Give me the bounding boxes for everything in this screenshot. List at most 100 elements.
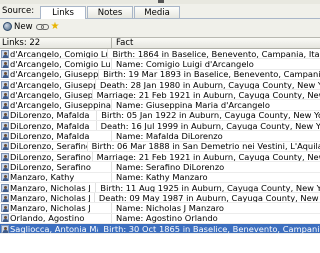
person-cell: Manzaro, Nicholas J (0, 182, 97, 193)
person-icon (1, 193, 9, 202)
person-cell: d'Arcangelo, Comigio Luigi (0, 59, 112, 69)
fact-cell: Name: Mafalda DiLorenzo (116, 131, 223, 142)
table-row[interactable]: d'Arcangelo, Giuseppina... Death: 28 Jan … (0, 79, 320, 91)
person-cell: Manzaro, Nicholas J (0, 203, 112, 213)
link-button[interactable] (35, 23, 49, 30)
fact-cell: Marriage: 21 Feb 1921 in Auburn, Cayuga … (96, 90, 320, 100)
person-name: DiLorenzo, Serafino (10, 141, 88, 151)
person-cell: Manzaro, Nicholas J (0, 193, 95, 203)
star-icon: ★ (50, 20, 60, 32)
person-cell: d'Arcangelo, Giuseppina... (0, 90, 93, 100)
links-grid: Links: 22 Fact d'Arcangelo, Comigio Luig… (0, 37, 320, 253)
new-icon (3, 22, 12, 31)
tab-notes[interactable]: Notes (87, 6, 134, 18)
new-button[interactable]: New (3, 22, 33, 32)
person-name: Manzaro, Kathy (10, 172, 75, 182)
person-icon (1, 142, 9, 151)
person-icon (1, 224, 9, 233)
fact-cell: Birth: 19 Mar 1893 in Baselice, Benevent… (103, 69, 320, 80)
person-icon (1, 132, 9, 141)
table-row[interactable]: Manzaro, Nicholas J Name: Nicholas J Manz… (0, 203, 320, 214)
person-name: d'Arcangelo, Comigio Luigi (10, 59, 112, 69)
person-name: DiLorenzo, Serafino (10, 162, 91, 172)
person-name: d'Arcangelo, Comigio Luigi (10, 49, 107, 59)
fact-cell: Name: Comigio Luigi d'Arcangelo (116, 59, 254, 69)
person-name: DiLorenzo, Mafalda (10, 131, 90, 141)
table-row[interactable]: Orlando, Agostino Name: Agostino Orlando (0, 213, 320, 225)
person-name: Manzaro, Nicholas J (10, 193, 91, 203)
person-icon (1, 59, 9, 68)
source-tab-row: Source: Links Notes Media (0, 4, 320, 19)
person-name: Manzaro, Nicholas J (10, 182, 91, 193)
table-row[interactable]: DiLorenzo, Mafalda Death: 16 Jul 1999 in … (0, 121, 320, 132)
person-cell: Manzaro, Kathy (0, 172, 112, 182)
fact-cell: Birth: 05 Jan 1922 in Auburn, Cayuga Cou… (101, 110, 320, 121)
table-row[interactable]: DiLorenzo, Serafino Marriage: 21 Feb 1921… (0, 151, 320, 163)
person-icon (1, 90, 9, 99)
person-icon (1, 214, 9, 223)
fact-cell: Death: 28 Jan 1980 in Auburn, Cayuga Cou… (99, 79, 320, 90)
person-cell: DiLorenzo, Serafino (0, 141, 88, 151)
table-row[interactable]: d'Arcangelo, Giuseppina...Marriage: 21 F… (0, 90, 320, 101)
person-cell: Sagliocca, Antonia Mari... (0, 224, 100, 234)
splitter-handle[interactable] (158, 0, 164, 3)
source-links-window: Source: Links Notes Media New ★ Links: 2… (0, 0, 320, 253)
table-row[interactable]: d'Arcangelo, Comigio Luigi Name: Comigio … (0, 59, 320, 70)
fact-cell: Name: Giuseppina Maria d'Arcangelo (116, 100, 270, 111)
person-name: d'Arcangelo, Giuseppina... (10, 69, 99, 79)
toolbar: New ★ (0, 19, 320, 34)
person-name: d'Arcangelo, Giuseppina... (10, 90, 93, 100)
person-name: DiLorenzo, Serafino (10, 151, 91, 162)
favorite-button[interactable]: ★ (50, 20, 60, 32)
person-icon (1, 80, 9, 89)
person-name: d'Arcangelo, Giuseppina... (10, 100, 112, 110)
person-cell: d'Arcangelo, Giuseppina... (0, 100, 112, 110)
fact-cell: Birth: 11 Aug 1925 in Auburn, Cayuga Cou… (100, 182, 320, 193)
fact-cell: Name: Kathy Manzaro (116, 172, 208, 183)
grid-header: Links: 22 Fact (0, 38, 320, 49)
table-row[interactable]: d'Arcangelo, Giuseppina... Birth: 19 Mar … (0, 69, 320, 80)
grid-rows: d'Arcangelo, Comigio LuigiBirth: 1864 in… (0, 49, 320, 235)
fact-column-header[interactable]: Fact (112, 38, 133, 48)
fact-cell: Marriage: 21 Feb 1921 in Auburn, Cayuga … (96, 151, 320, 162)
table-row[interactable]: Sagliocca, Antonia Mari... Birth: 30 Oct … (0, 224, 320, 235)
table-row[interactable]: DiLorenzo, Mafalda Birth: 05 Jan 1922 in … (0, 110, 320, 122)
links-column-header[interactable]: Links: 22 (0, 38, 112, 48)
person-cell: DiLorenzo, Serafino (0, 151, 93, 162)
fact-cell: Name: Serafino DiLorenzo (116, 162, 225, 172)
tab-media[interactable]: Media (134, 6, 181, 18)
table-row[interactable]: d'Arcangelo, Comigio Luigi Birth: 1864 in… (0, 49, 320, 60)
new-button-label: New (14, 21, 33, 32)
link-icon (35, 23, 49, 30)
fact-cell: Death: 09 May 1987 in Auburn, Cayuga Cou… (98, 193, 320, 203)
table-row[interactable]: d'Arcangelo, Giuseppina... Name: Giuseppi… (0, 100, 320, 111)
table-row[interactable]: DiLorenzo, Serafino Birth: 06 Mar 1888 in… (0, 141, 320, 152)
person-cell: DiLorenzo, Mafalda (0, 131, 112, 141)
table-row[interactable]: Manzaro, Nicholas J Birth: 11 Aug 1925 in… (0, 182, 320, 194)
tab-links[interactable]: Links (40, 6, 87, 19)
top-strip (0, 0, 320, 4)
fact-cell: Death: 16 Jul 1999 in Auburn, Cayuga Cou… (100, 121, 320, 131)
person-icon (1, 152, 9, 161)
person-icon (1, 173, 9, 182)
person-name: Sagliocca, Antonia Mari... (10, 224, 98, 234)
person-icon (1, 183, 9, 192)
table-row[interactable]: Manzaro, Kathy Name: Kathy Manzaro (0, 172, 320, 183)
source-label: Source: (2, 6, 35, 16)
person-cell: d'Arcangelo, Comigio Luigi (0, 49, 109, 59)
person-cell: DiLorenzo, Serafino (0, 162, 112, 172)
person-icon (1, 49, 9, 58)
person-icon (1, 101, 9, 110)
person-name: d'Arcangelo, Giuseppina... (10, 79, 95, 90)
fact-cell: Name: Agostino Orlando (116, 213, 218, 224)
person-icon (1, 162, 9, 171)
person-icon (1, 111, 9, 120)
person-icon (1, 121, 9, 130)
person-name: Orlando, Agostino (10, 213, 85, 224)
table-row[interactable]: DiLorenzo, Mafalda Name: Mafalda DiLorenz… (0, 131, 320, 142)
person-cell: DiLorenzo, Mafalda (0, 110, 98, 121)
person-name: DiLorenzo, Mafalda (10, 110, 90, 121)
table-row[interactable]: Manzaro, Nicholas J Death: 09 May 1987 in… (0, 193, 320, 204)
table-row[interactable]: DiLorenzo, Serafino Name: Serafino DiLore… (0, 162, 320, 173)
person-cell: d'Arcangelo, Giuseppina... (0, 69, 100, 79)
